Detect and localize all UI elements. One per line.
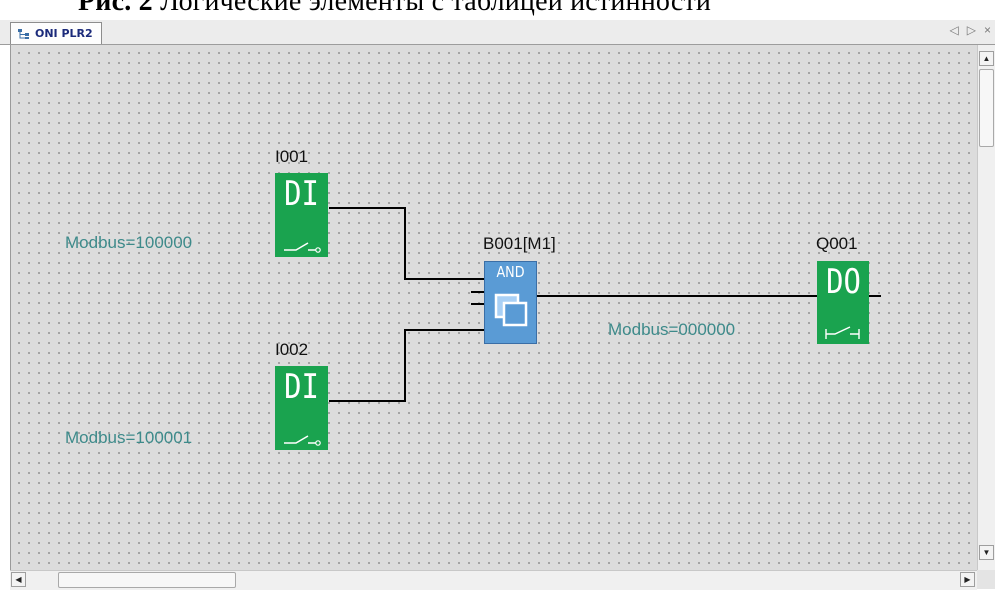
wire-i001-to-and: [329, 207, 484, 280]
modbus-address-q001: Modbus=000000: [608, 320, 736, 339]
scroll-left-button[interactable]: ◀: [11, 572, 26, 587]
block-label-q001: Q001: [816, 234, 858, 253]
do-symbol: DO: [825, 262, 861, 302]
di-symbol: DI: [284, 367, 319, 407]
contact-open-icon: [283, 435, 321, 446]
tab-next-icon[interactable]: ▷: [967, 23, 976, 37]
horizontal-scroll-thumb[interactable]: [58, 572, 236, 588]
di-block-i001[interactable]: DI: [275, 173, 328, 257]
vertical-scroll-thumb[interactable]: [979, 69, 994, 147]
editor-tab-bar: ONI PLR2 ◁ ▷ ×: [0, 20, 995, 45]
scroll-down-button[interactable]: ▼: [979, 545, 994, 560]
scroll-right-button[interactable]: ▶: [960, 572, 975, 587]
di-block-i002[interactable]: DI: [275, 366, 328, 450]
logic-function-icon: [494, 293, 528, 327]
scroll-up-button[interactable]: ▲: [979, 51, 994, 66]
caption-text: Логические элементы с таблицей истинност…: [160, 0, 712, 17]
contact-open-icon: [283, 242, 321, 253]
and-symbol: AND: [496, 263, 525, 281]
block-label-i002: I002: [275, 340, 309, 359]
tab-label: ONI PLR2: [35, 27, 93, 40]
tab-prev-icon[interactable]: ◁: [950, 23, 959, 37]
modbus-address-i001: Modbus=100000: [65, 233, 193, 252]
ladder-canvas[interactable]: I001 DI Modbus=100000 I002 DI Modbus=100…: [10, 45, 978, 570]
program-tree-icon: [18, 28, 29, 39]
modbus-address-i002: Modbus=100001: [65, 428, 193, 447]
wire-i002-to-and: [329, 329, 484, 402]
tab-oni-plr2[interactable]: ONI PLR2: [10, 22, 102, 44]
output-contact-icon: [825, 326, 860, 339]
vertical-scrollbar[interactable]: ▲ ▼: [977, 45, 995, 570]
block-label-i001: I001: [275, 147, 309, 166]
and-block-b001[interactable]: AND: [484, 261, 537, 344]
scrollbar-corner: [977, 570, 995, 589]
figure-caption: Рис. 2 Логические элементы с таблицей ис…: [78, 0, 711, 18]
caption-prefix: Рис. 2: [78, 0, 153, 17]
close-icon[interactable]: ×: [984, 23, 991, 37]
di-symbol: DI: [284, 174, 319, 214]
do-block-q001[interactable]: DO: [817, 261, 869, 344]
horizontal-scrollbar[interactable]: ◀ ▶: [10, 570, 977, 590]
block-label-b001: B001[M1]: [483, 234, 556, 253]
tab-navigation: ◁ ▷ ×: [950, 23, 991, 37]
